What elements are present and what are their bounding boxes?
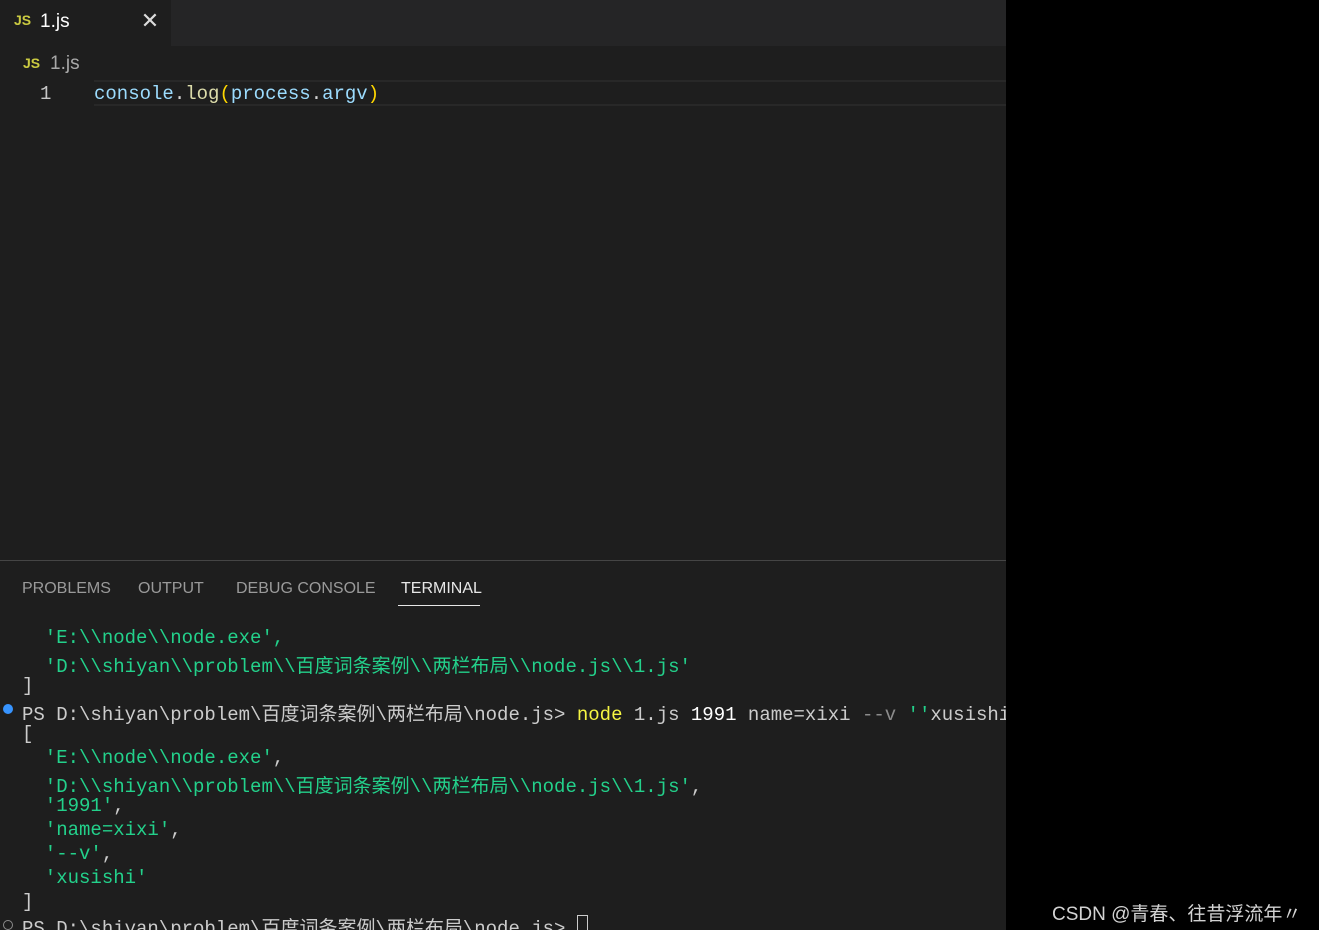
terminal-line: '--v', bbox=[22, 843, 113, 865]
output-comma: , bbox=[101, 843, 114, 865]
terminal-line: ] bbox=[22, 675, 34, 697]
output-comma: , bbox=[690, 776, 703, 798]
breadcrumb-javascript-icon: JS bbox=[23, 55, 41, 71]
terminal-line: 'E:\\node\\node.exe', bbox=[22, 747, 284, 769]
watermark: CSDN @青春、往昔浮流年〃 bbox=[1052, 904, 1302, 925]
code-method: log bbox=[185, 83, 220, 105]
breadcrumb-file[interactable]: 1.js bbox=[50, 53, 80, 75]
command-pending-decoration[interactable] bbox=[3, 920, 13, 930]
output-string: '1991' bbox=[22, 795, 114, 817]
terminal-prompt: PS D:\shiyan\problem\百度词条案例\两栏布局\node.js… bbox=[22, 704, 577, 726]
terminal-line: 'xusishi' bbox=[22, 867, 148, 889]
code-line[interactable]: console.log(process.argv) bbox=[94, 83, 379, 105]
output-comma: , bbox=[170, 819, 182, 841]
terminal-line: 'D:\\shiyan\\problem\\百度词条案例\\两栏布局\\node… bbox=[22, 656, 691, 678]
terminal-input-line[interactable]: PS D:\shiyan\problem\百度词条案例\两栏布局\node.js… bbox=[22, 913, 588, 930]
terminal-line: 'E:\\node\\node.exe', bbox=[22, 627, 285, 649]
output-string: 'name=xixi' bbox=[22, 819, 171, 841]
active-tab-indicator bbox=[398, 605, 480, 606]
tab-debug-console[interactable]: DEBUG CONSOLE bbox=[236, 580, 376, 598]
output-string: 'E:\\node\\node.exe' bbox=[22, 747, 273, 769]
terminal-prompt: PS D:\shiyan\problem\百度词条案例\两栏布局\node.js… bbox=[22, 918, 577, 930]
code-dot: . bbox=[173, 83, 186, 105]
terminal-arg: xusishi bbox=[930, 704, 1006, 726]
tab-title: 1.js bbox=[40, 11, 70, 32]
terminal-command: node bbox=[576, 704, 623, 726]
output-string: '--v' bbox=[22, 843, 102, 865]
code-arg-object: process bbox=[230, 83, 311, 105]
output-comma: , bbox=[113, 795, 125, 817]
tab-problems[interactable]: PROBLEMS bbox=[22, 580, 111, 598]
tab-1js[interactable]: JS 1.js ✕ bbox=[0, 0, 171, 46]
code-object: console bbox=[94, 83, 174, 105]
output-string: 'xusishi' bbox=[22, 867, 148, 889]
terminal-command-line: PS D:\shiyan\problem\百度词条案例\两栏布局\node.js… bbox=[22, 699, 1006, 726]
terminal-line: 'D:\\shiyan\\problem\\百度词条案例\\两栏布局\\node… bbox=[22, 771, 703, 798]
line-number: 1 bbox=[40, 83, 52, 105]
code-paren-open: ( bbox=[219, 83, 231, 105]
close-icon[interactable]: ✕ bbox=[139, 8, 161, 34]
code-dot: . bbox=[310, 83, 323, 105]
panel-divider[interactable] bbox=[0, 560, 1006, 561]
code-arg-prop: argv bbox=[322, 83, 368, 105]
terminal-cursor bbox=[576, 915, 588, 930]
javascript-file-icon: JS bbox=[14, 12, 32, 28]
terminal-number: 1991 bbox=[690, 704, 737, 726]
tab-bar: JS 1.js ✕ bbox=[0, 0, 1006, 46]
code-paren-close: ) bbox=[367, 83, 380, 105]
terminal-line: ] bbox=[22, 891, 34, 913]
terminal-flag: --v bbox=[861, 704, 897, 726]
output-comma: , bbox=[272, 747, 285, 769]
terminal-quote: '' bbox=[896, 704, 931, 726]
tab-output[interactable]: OUTPUT bbox=[138, 580, 204, 598]
editor-window: JS 1.js ✕ JS 1.js 1 console.log(process.… bbox=[0, 0, 1006, 930]
terminal-line: [ bbox=[22, 723, 34, 745]
terminal-arg: 1.js bbox=[622, 704, 691, 726]
tab-terminal[interactable]: TERMINAL bbox=[401, 580, 482, 598]
terminal-line: '1991', bbox=[22, 795, 125, 817]
terminal-line: 'name=xixi', bbox=[22, 819, 182, 841]
terminal-arg: name=xixi bbox=[736, 704, 862, 726]
command-success-decoration[interactable] bbox=[3, 704, 13, 714]
